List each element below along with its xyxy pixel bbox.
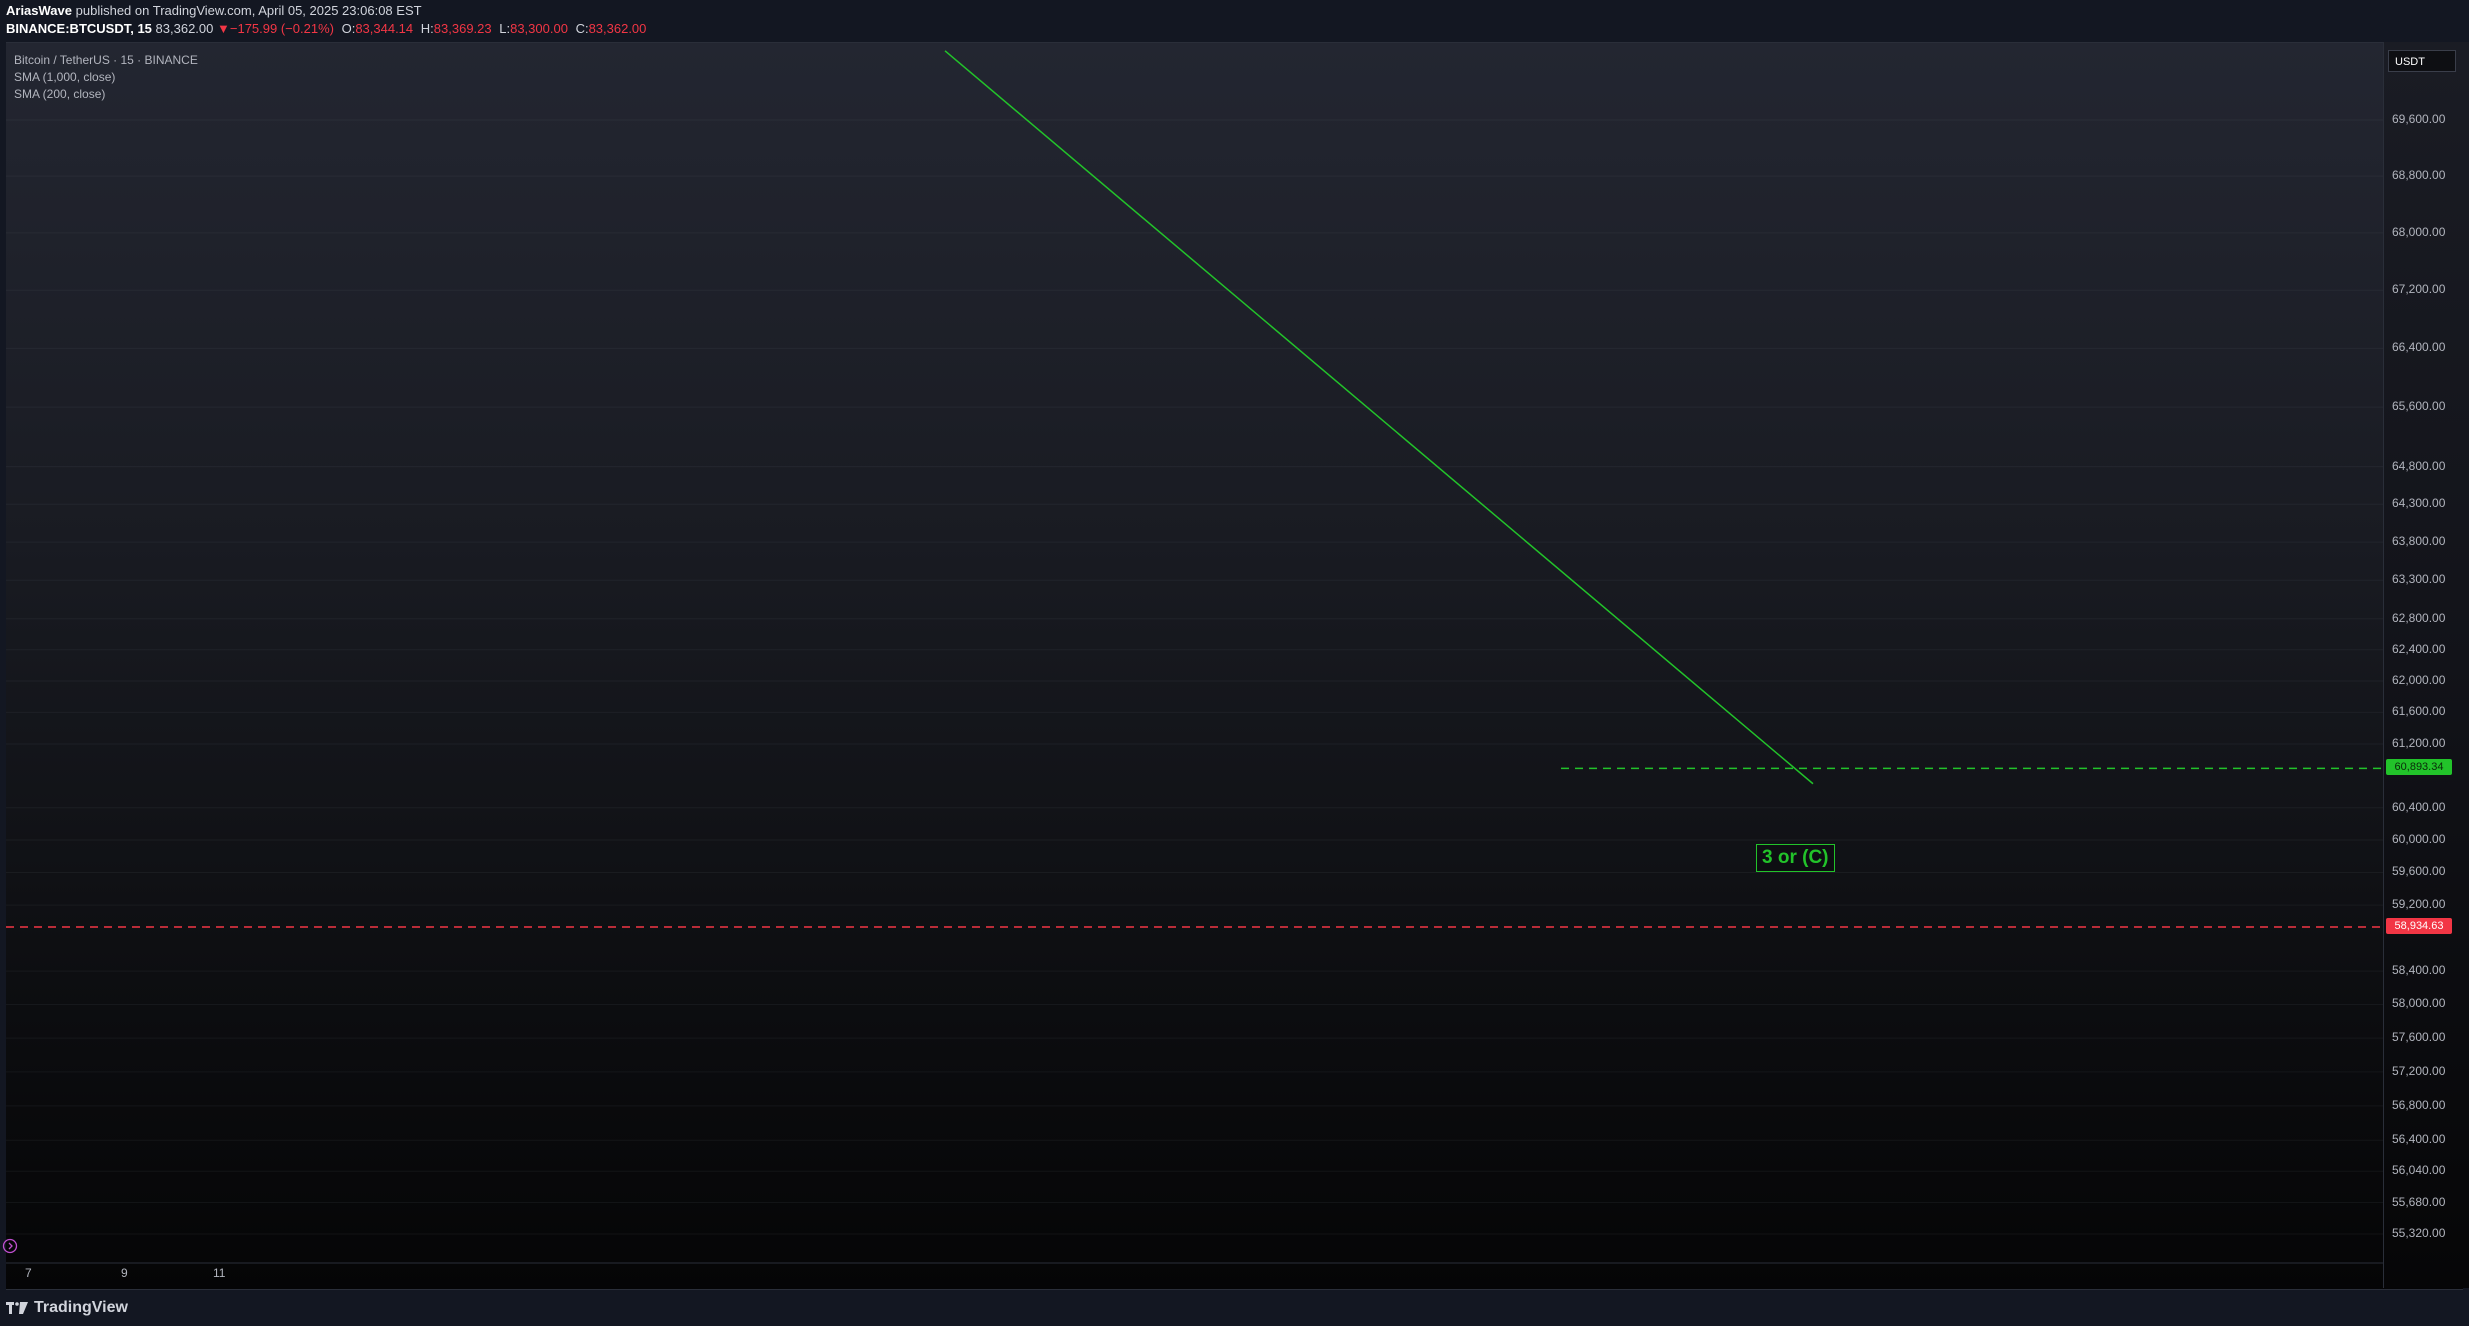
- price-tick-label: 58,000.00: [2392, 996, 2446, 1011]
- currency-selector[interactable]: USDT: [2388, 50, 2456, 72]
- price-tick-label: 59,200.00: [2392, 897, 2446, 912]
- wave-trendline: [944, 50, 1814, 785]
- price-tick-label: 67,200.00: [2392, 282, 2446, 297]
- ohlc-header: BINANCE:BTCUSDT, 15 83,362.00 ▼−175.99 (…: [6, 21, 646, 36]
- price-tick-label: 62,000.00: [2392, 672, 2446, 687]
- price-tick-label: 57,600.00: [2392, 1030, 2446, 1045]
- high-label: H:: [420, 21, 434, 36]
- last-price: 83,362.00: [155, 21, 214, 36]
- symbol-label: BINANCE:BTCUSDT, 15: [6, 21, 152, 36]
- published-text: published on TradingView.com, April 05, …: [75, 3, 422, 18]
- price-tick-label: 57,200.00: [2392, 1063, 2446, 1078]
- time-tick-9: 9: [121, 1266, 128, 1280]
- green-level-price-label[interactable]: 60,893.34: [2386, 759, 2452, 776]
- low-value: 83,300.00: [510, 21, 568, 36]
- open-value: 83,344.14: [355, 21, 414, 36]
- brand-name: TradingView: [34, 1299, 128, 1316]
- price-tick-label: 66,400.00: [2392, 340, 2446, 355]
- chart-root: AriasWave published on TradingView.com, …: [0, 0, 2469, 1326]
- price-tick-label: 62,800.00: [2392, 610, 2446, 625]
- price-tick-label: 61,200.00: [2392, 735, 2446, 750]
- price-tick-label: 65,600.00: [2392, 399, 2446, 414]
- wave-label-3-or-c[interactable]: 3 or (C): [1756, 844, 1835, 872]
- close-value: 83,362.00: [588, 21, 647, 36]
- price-tick-label: 63,300.00: [2392, 572, 2446, 587]
- open-label: O:: [341, 21, 356, 36]
- close-label: C:: [575, 21, 589, 36]
- price-tick-label: 69,600.00: [2392, 112, 2446, 126]
- plot-area[interactable]: [6, 43, 2383, 1289]
- publish-header: AriasWave published on TradingView.com, …: [6, 3, 422, 18]
- high-value: 83,369.23: [433, 21, 492, 36]
- legend-sma-1000[interactable]: SMA (1,000, close): [14, 70, 115, 84]
- chart-pane[interactable]: Bitcoin / TetherUS · 15 · BINANCE SMA (1…: [6, 42, 2463, 1290]
- price-tick-label: 56,040.00: [2392, 1163, 2446, 1178]
- price-tick-label: 61,600.00: [2392, 704, 2446, 719]
- price-tick-label: 55,680.00: [2392, 1194, 2446, 1209]
- price-tick-label: 68,000.00: [2392, 224, 2446, 239]
- price-tick-label: 68,800.00: [2392, 168, 2446, 183]
- down-arrow-icon: ▼: [217, 21, 230, 36]
- price-tick-label: 64,300.00: [2392, 496, 2446, 511]
- price-tick-label: 64,800.00: [2392, 458, 2446, 473]
- author-name[interactable]: AriasWave: [6, 3, 72, 18]
- footer-brand[interactable]: TradingView: [6, 1296, 128, 1320]
- price-tick-label: 59,600.00: [2392, 864, 2446, 879]
- price-tick-label: 60,400.00: [2392, 799, 2446, 814]
- price-tick-label: 56,400.00: [2392, 1132, 2446, 1147]
- price-tick-label: 55,320.00: [2392, 1226, 2446, 1240]
- grid-lines: [6, 119, 2383, 1235]
- price-tick-label: 62,400.00: [2392, 641, 2446, 656]
- low-label: L:: [499, 21, 511, 36]
- time-tick-7: 7: [25, 1266, 32, 1280]
- price-tick-label: 60,000.00: [2392, 832, 2446, 847]
- price-change: −175.99 (−0.21%): [229, 21, 334, 36]
- price-tick-label: 63,800.00: [2392, 534, 2446, 549]
- tradingview-logo-icon: [6, 1302, 28, 1314]
- price-tick-label: 56,800.00: [2392, 1097, 2446, 1112]
- time-tick-11: 11: [213, 1266, 226, 1280]
- goto-realtime-icon[interactable]: [2, 1238, 18, 1254]
- legend-instrument[interactable]: Bitcoin / TetherUS · 15 · BINANCE: [14, 53, 198, 67]
- legend-sma-200[interactable]: SMA (200, close): [14, 87, 105, 101]
- red-level-price-label[interactable]: 58,934.63: [2386, 917, 2452, 934]
- price-tick-label: 58,400.00: [2392, 963, 2446, 978]
